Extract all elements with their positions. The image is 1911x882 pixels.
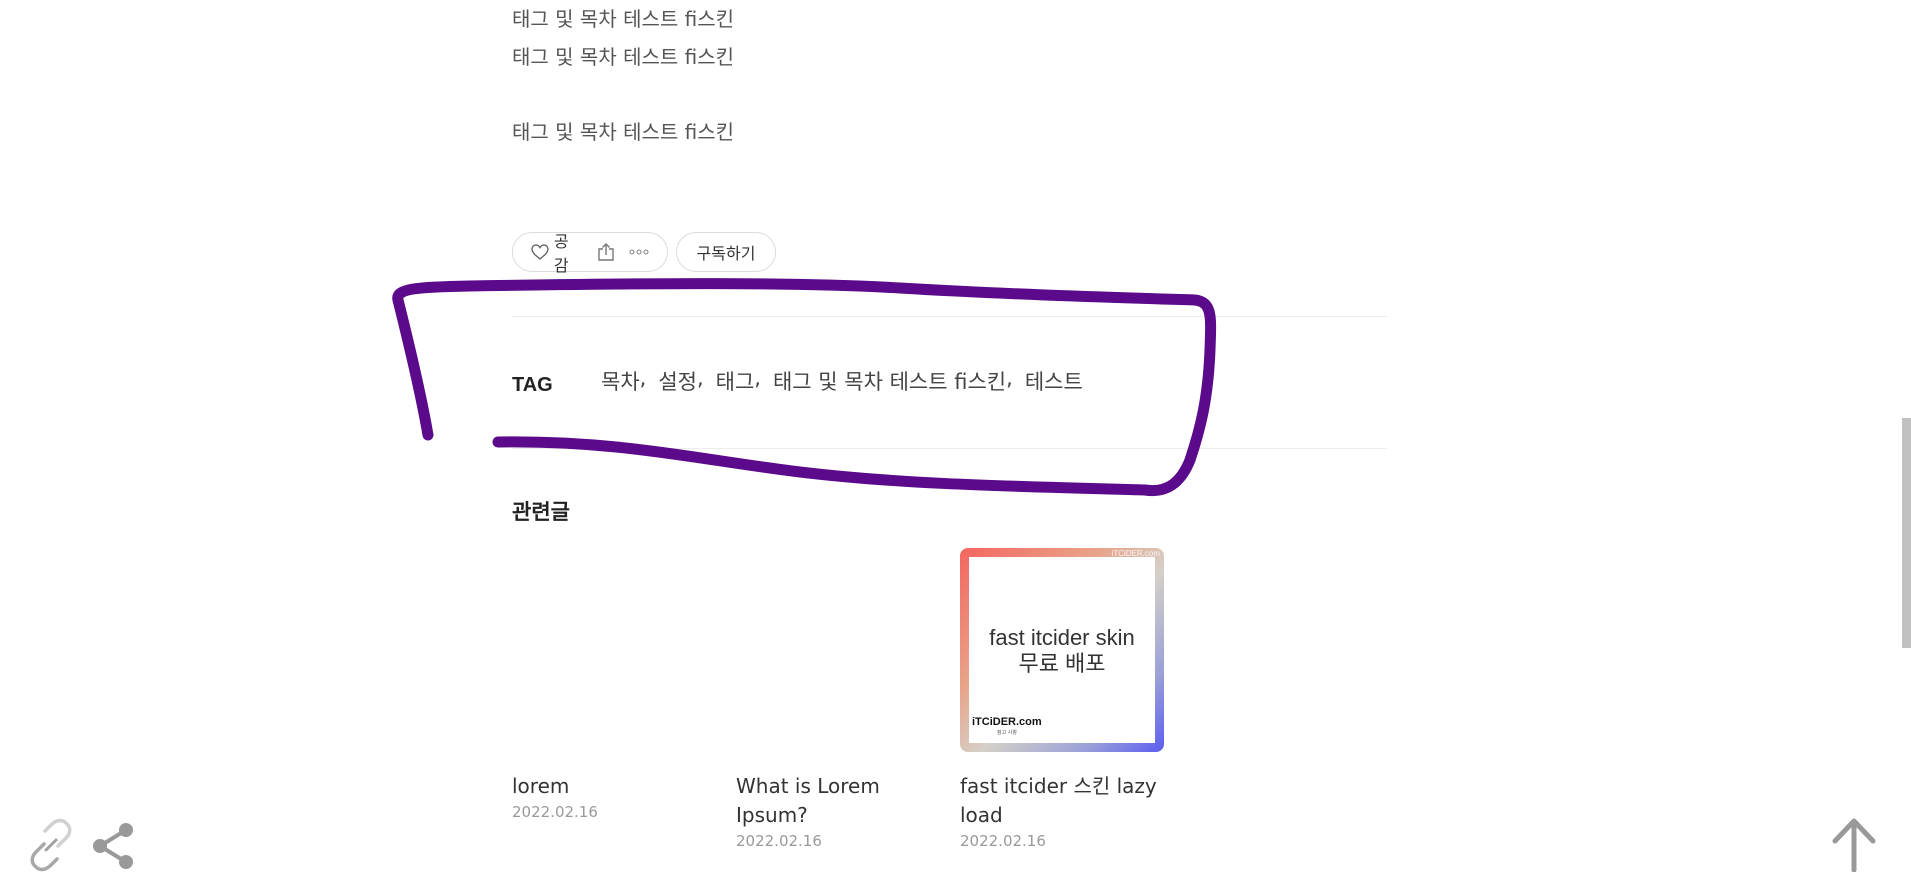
tag-label: TAG <box>512 374 553 396</box>
tag-item[interactable]: 설정 <box>658 366 697 396</box>
thumbnail-line2: 무료 배포 <box>1018 651 1106 676</box>
tag-item[interactable]: 테스트 <box>1025 366 1083 396</box>
share-icon <box>598 243 614 261</box>
tag-item[interactable]: 태그 및 목차 테스트 fi스킨 <box>773 366 1006 396</box>
related-post-date: 2022.02.16 <box>960 832 1046 850</box>
page: 태그 및 목차 테스트 fi스킨 태그 및 목차 테스트 fi스킨 태그 및 목… <box>0 0 1911 882</box>
link-icon[interactable] <box>24 818 78 872</box>
related-post-card[interactable]: fast itcider skin 무료 배포 iTCiDER.com 참고 사… <box>960 548 1170 850</box>
like-label: 공감 <box>553 232 569 275</box>
thumbnail-line1: fast itcider skin <box>989 625 1135 650</box>
related-post-title[interactable]: lorem <box>512 772 722 801</box>
more-icon <box>629 249 649 255</box>
related-post-card[interactable]: lorem 2022.02.16 <box>512 548 722 821</box>
tag-divider-top <box>512 316 1387 317</box>
thumbnail-brand: iTCiDER.com <box>972 716 1042 728</box>
tag-separator: , <box>754 366 761 390</box>
reaction-bar: 공감 구독하기 <box>512 232 776 275</box>
related-post-title[interactable]: fast itcider 스킨 lazy load <box>960 772 1160 830</box>
subscribe-button[interactable]: 구독하기 <box>676 232 776 272</box>
share-nodes-icon[interactable] <box>88 820 138 872</box>
heart-icon <box>531 244 549 260</box>
thumbnail-inner: fast itcider skin 무료 배포 iTCiDER.com 참고 사… <box>969 557 1155 743</box>
related-post-thumbnail-empty <box>736 548 940 752</box>
tag-divider-bottom <box>512 448 1387 449</box>
thumbnail-corner-brand: iTCiDER.com <box>1111 549 1160 558</box>
thumbnail-subtext: 참고 사항 <box>997 730 1017 736</box>
related-post-date: 2022.02.16 <box>736 832 822 850</box>
scrollbar-thumb[interactable] <box>1902 418 1911 648</box>
tag-item[interactable]: 목차 <box>601 366 640 396</box>
hand-drawn-highlight-annotation <box>392 278 1217 497</box>
related-post-thumbnail[interactable]: fast itcider skin 무료 배포 iTCiDER.com 참고 사… <box>960 548 1164 752</box>
reaction-pill: 공감 <box>512 232 668 275</box>
related-post-thumbnail-empty <box>512 548 716 752</box>
related-post-date: 2022.02.16 <box>512 803 598 821</box>
tag-list: 목차, 설정, 태그, 태그 및 목차 테스트 fi스킨, 테스트 <box>601 366 1083 396</box>
related-post-title[interactable]: What is Lorem Ipsum? <box>736 772 886 830</box>
thumbnail-text: fast itcider skin 무료 배포 <box>969 625 1155 677</box>
tag-separator: , <box>1006 366 1013 390</box>
related-posts-title: 관련글 <box>512 500 570 524</box>
like-button[interactable]: 공감 <box>531 228 583 276</box>
tag-separator: , <box>639 366 647 390</box>
content-line-3: 태그 및 목차 테스트 fi스킨 <box>512 120 735 144</box>
tag-separator: , <box>696 366 704 390</box>
share-button[interactable] <box>597 243 615 261</box>
more-button[interactable] <box>629 249 649 255</box>
arrow-up-icon[interactable] <box>1830 816 1878 872</box>
related-post-card[interactable]: What is Lorem Ipsum? 2022.02.16 <box>736 548 946 850</box>
content-line-1: 태그 및 목차 테스트 fi스킨 <box>512 7 735 31</box>
tag-item[interactable]: 태그 <box>716 366 755 396</box>
content-line-2: 태그 및 목차 테스트 fi스킨 <box>512 45 735 69</box>
